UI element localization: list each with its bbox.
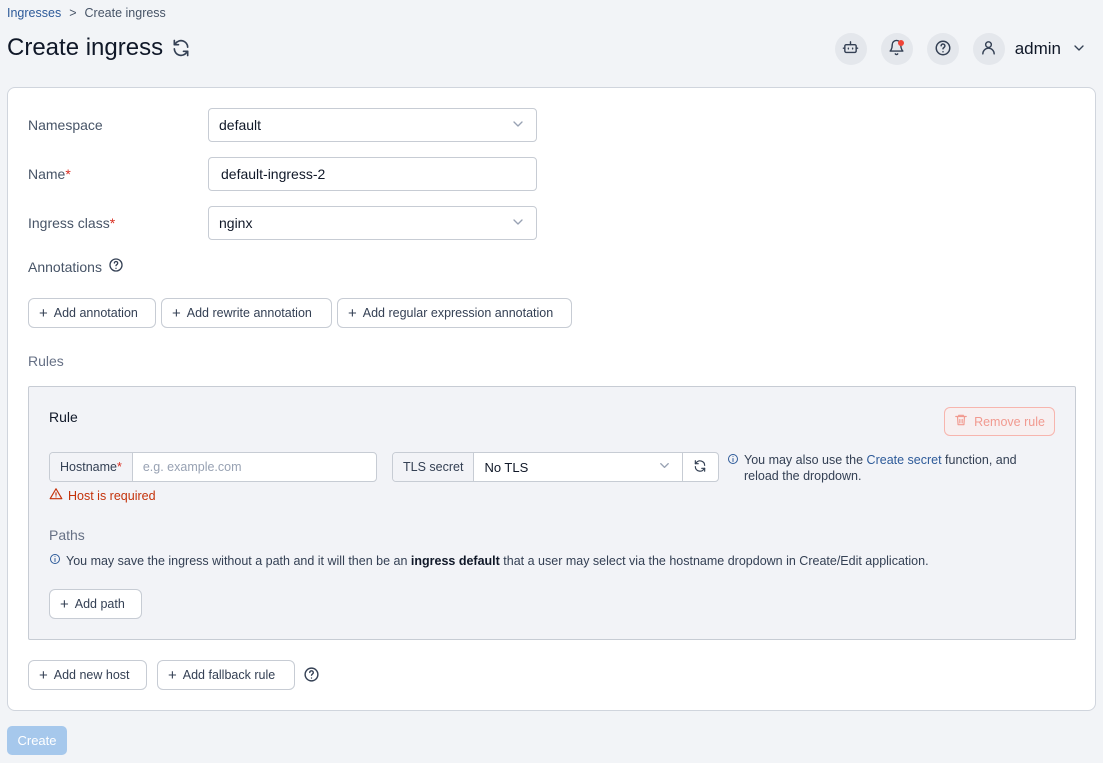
create-button[interactable]: Create (7, 726, 67, 755)
namespace-value: default (219, 117, 262, 133)
tls-secret-select[interactable]: No TLS (474, 453, 684, 481)
hostname-field-group: Hostname * e.g. example.com (49, 452, 377, 482)
ingress-class-select[interactable]: nginx (208, 206, 537, 240)
help-circle-icon (934, 39, 952, 60)
user-icon (980, 39, 997, 59)
avatar (972, 33, 1005, 65)
title-row: Create ingress (7, 34, 191, 62)
plus-icon: + (60, 595, 69, 613)
tls-info-note: You may also use the Create secret funct… (727, 452, 1047, 484)
help-button[interactable] (926, 33, 959, 65)
ai-assistant-button[interactable] (834, 33, 867, 65)
rule-panel: Rule Remove rule Hostname * e.g. example.… (28, 386, 1076, 640)
annotations-label-row: Annotations (28, 257, 124, 276)
plus-icon: + (348, 304, 357, 322)
plus-icon: + (39, 666, 48, 684)
page-title: Create ingress (7, 34, 164, 61)
help-circle-icon[interactable] (303, 666, 320, 686)
refresh-icon[interactable] (171, 38, 191, 58)
ingress-class-value: nginx (219, 215, 253, 231)
chevron-down-icon (657, 458, 672, 476)
rules-label: Rules (28, 353, 64, 369)
trash-icon (954, 413, 968, 430)
breadcrumb-separator: > (69, 6, 77, 20)
bot-icon (842, 39, 859, 59)
namespace-label: Namespace (28, 117, 103, 133)
ingress-class-label: Ingress class* (28, 215, 116, 231)
add-path-button[interactable]: + Add path (49, 589, 142, 619)
plus-icon: + (39, 304, 48, 322)
add-new-host-button[interactable]: + Add new host (28, 660, 147, 690)
hostname-input[interactable]: e.g. example.com (133, 453, 376, 481)
host-error-message: Host is required (49, 487, 156, 504)
breadcrumb-current: Create ingress (84, 6, 166, 20)
chevron-down-icon (510, 214, 526, 233)
add-rewrite-annotation-button[interactable]: + Add rewrite annotation (161, 298, 332, 328)
info-icon (727, 453, 739, 484)
create-secret-link[interactable]: Create secret (867, 453, 942, 467)
notification-dot (897, 40, 904, 46)
tls-secret-label: TLS secret (393, 453, 475, 481)
plus-icon: + (168, 666, 177, 684)
header-actions: admin (834, 33, 1087, 65)
user-menu[interactable]: admin (972, 33, 1087, 65)
annotations-label: Annotations (28, 258, 102, 275)
chevron-down-icon (1071, 40, 1087, 59)
reload-tls-button[interactable] (683, 453, 717, 481)
add-fallback-rule-button[interactable]: + Add fallback rule (157, 660, 295, 690)
user-name: admin (1014, 39, 1061, 58)
name-label: Name* (28, 166, 71, 182)
add-regex-annotation-button[interactable]: + Add regular expression annotation (337, 298, 572, 328)
breadcrumb-ingresses-link[interactable]: Ingresses (7, 6, 61, 20)
rule-title: Rule (49, 409, 78, 425)
notifications-button[interactable] (880, 33, 913, 65)
warning-icon (49, 487, 63, 504)
tls-secret-field-group: TLS secret No TLS (392, 452, 719, 482)
hostname-label: Hostname * (50, 453, 133, 481)
info-icon (49, 553, 61, 568)
paths-info-note: You may save the ingress without a path … (49, 553, 929, 568)
remove-rule-button[interactable]: Remove rule (944, 407, 1055, 436)
refresh-icon (693, 459, 707, 476)
help-circle-icon[interactable] (108, 257, 124, 276)
paths-label: Paths (49, 527, 85, 543)
namespace-select[interactable]: default (208, 108, 537, 142)
breadcrumb: Ingresses > Create ingress (7, 6, 166, 20)
name-input[interactable]: default-ingress-2 (208, 157, 537, 191)
chevron-down-icon (510, 116, 526, 135)
form-card: Namespace default Name* default-ingress-… (7, 87, 1096, 711)
plus-icon: + (172, 304, 181, 322)
name-value: default-ingress-2 (221, 166, 326, 182)
add-annotation-button[interactable]: + Add annotation (28, 298, 156, 328)
